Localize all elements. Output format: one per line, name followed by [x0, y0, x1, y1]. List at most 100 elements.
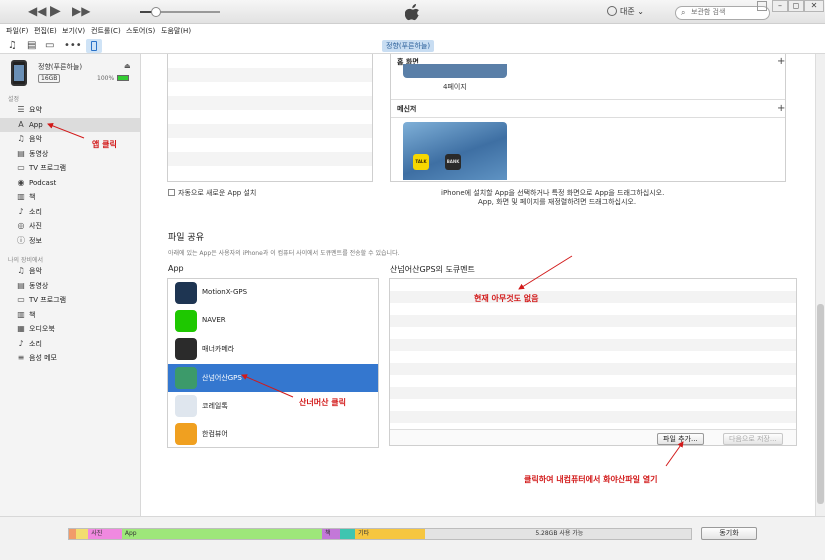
- auto-install-label: 자동으로 새로운 App 설치: [178, 189, 257, 197]
- manner-camera-icon: [175, 338, 197, 361]
- eject-icon[interactable]: ⏏: [124, 62, 131, 70]
- device-tab[interactable]: 정향(푸른하늘): [382, 40, 435, 52]
- battery-percent: 100%: [97, 75, 115, 82]
- add-file-button[interactable]: 파일 추가...: [657, 433, 704, 445]
- voice-memo-icon: ≡: [17, 353, 25, 362]
- sidebar-item[interactable]: ≡ 음성 메모: [0, 351, 140, 365]
- documents-footer: 파일 추가... 다음으로 저장...: [390, 429, 796, 445]
- camera-icon: ◎: [17, 221, 25, 230]
- app-name: 산넘어산GPS: [202, 373, 242, 382]
- account-button[interactable]: 대준 ⌄: [607, 6, 644, 17]
- sidebar-item-label: 동영상: [29, 149, 49, 158]
- mini-player-icon[interactable]: [757, 1, 767, 11]
- tv-icon: ▭: [17, 295, 25, 304]
- installed-apps-list[interactable]: [167, 54, 373, 182]
- menu-file[interactable]: 파일(F): [6, 26, 28, 36]
- app-list-item[interactable]: MotionX-GPS: [168, 279, 378, 307]
- checkbox-box[interactable]: [168, 189, 175, 196]
- sidebar-item[interactable]: ▤ 동영상: [0, 279, 140, 293]
- sidebar-item[interactable]: ◉ Podcast: [0, 176, 140, 190]
- app-list-item[interactable]: 매너카메라: [168, 335, 378, 363]
- capacity-bar: 사진 App 책 기타 5.28GB 사용 가능: [68, 528, 692, 540]
- battery-icon: [117, 75, 129, 81]
- sidebar-item-label: TV 프로그램: [29, 164, 67, 172]
- sidebar-item[interactable]: ◎ 사진: [0, 219, 140, 233]
- app-list-item[interactable]: NAVER: [168, 307, 378, 335]
- app-name: 한컴뷰어: [202, 430, 228, 438]
- capacity-segment: 기타: [355, 529, 425, 539]
- bell-icon: ♪: [18, 338, 24, 348]
- app-list-item[interactable]: 산넘어산GPS: [168, 363, 378, 392]
- capacity-segment: [339, 529, 356, 539]
- app-list-item[interactable]: 코레일톡: [168, 392, 378, 420]
- tv-icon[interactable]: ▭: [45, 40, 54, 52]
- scrollbar[interactable]: [815, 54, 825, 516]
- sync-button[interactable]: 동기화: [701, 527, 757, 540]
- sidebar-item-label: 오디오북: [29, 325, 55, 333]
- sidebar-item[interactable]: ▥ 책: [0, 308, 140, 322]
- sidebar-item[interactable]: ▭ TV 프로그램: [0, 161, 140, 175]
- app-column-label: App: [168, 264, 184, 273]
- add-page-icon[interactable]: +: [777, 57, 785, 67]
- movie-icon[interactable]: ▤: [27, 40, 36, 52]
- menu-controls[interactable]: 컨트롤(C): [91, 26, 121, 36]
- file-sharing-description: 아래에 있는 App은 사용자의 iPhone과 이 컴퓨터 사이에서 도큐멘트…: [168, 250, 400, 257]
- search-input[interactable]: [691, 8, 766, 16]
- capacity-segment: 사진: [88, 529, 122, 539]
- menu-help[interactable]: 도움말(H): [161, 26, 191, 36]
- device-name[interactable]: 정향(푸른하늘): [38, 62, 82, 72]
- app-list-item[interactable]: 한컴뷰어: [168, 420, 378, 447]
- app-name: 매너카메라: [202, 345, 235, 354]
- messenger-page-thumbnail[interactable]: TALK BANK: [403, 122, 507, 180]
- add-page-icon[interactable]: +: [777, 104, 785, 114]
- apple-logo-icon: [405, 4, 420, 21]
- save-to-button[interactable]: 다음으로 저장...: [723, 433, 783, 445]
- menu-edit[interactable]: 편집(E): [34, 26, 57, 36]
- minimize-button[interactable]: –: [772, 0, 788, 12]
- documents-list[interactable]: 파일 추가... 다음으로 저장...: [389, 278, 797, 446]
- volume-slider[interactable]: [140, 7, 220, 17]
- file-sharing-title: 파일 공유: [168, 233, 204, 243]
- home-page-thumbnail[interactable]: [403, 64, 507, 78]
- sidebar-item[interactable]: ♪ 소리: [0, 205, 140, 219]
- sidebar-item[interactable]: ▥ 책: [0, 190, 140, 204]
- annotation-arrow-app: [47, 123, 85, 139]
- home-screen-panel: 홈 화면 + 4페이지 메신저 + TALK BANK: [390, 54, 786, 182]
- search-box[interactable]: ⌕: [675, 6, 770, 20]
- maximize-button[interactable]: ◻: [788, 0, 804, 12]
- sidebar-item[interactable]: ☰ 요약: [0, 103, 140, 117]
- play-button[interactable]: ▶: [50, 4, 61, 18]
- sidebar-item[interactable]: ▤ 동영상: [0, 147, 140, 161]
- sidebar-item[interactable]: ⓘ 정보: [0, 234, 140, 248]
- sidebar-item-label: 요약: [29, 106, 42, 114]
- summary-icon: ☰: [17, 105, 25, 114]
- kakaotalk-icon: TALK: [413, 154, 429, 170]
- menu-view[interactable]: 보기(V): [62, 26, 85, 36]
- book-icon: ▥: [17, 309, 25, 319]
- capacity-segment: [75, 529, 89, 539]
- documents-column-label: 산넘어산GPS의 도큐멘트: [390, 265, 475, 274]
- iphone-icon: [11, 60, 27, 86]
- user-icon: [607, 6, 617, 16]
- music-icon[interactable]: ♫: [8, 40, 17, 52]
- sidebar-item[interactable]: ♫ 음악: [0, 264, 140, 278]
- main-content: 자동으로 새로운 App 설치 홈 화면 + 4페이지 메신저 + TALK B…: [141, 54, 825, 516]
- sidebar-item-label: Podcast: [29, 178, 57, 187]
- volume-knob[interactable]: [151, 7, 161, 17]
- korail-talk-icon: [175, 394, 197, 417]
- more-icon[interactable]: •••: [64, 40, 82, 52]
- device-button[interactable]: [86, 39, 102, 53]
- close-button[interactable]: ✕: [804, 0, 824, 12]
- app-store-icon: A: [18, 119, 24, 129]
- instruction-text: App, 화면 및 페이지를 재정렬하려면 드래그하십시오.: [478, 198, 637, 206]
- auto-install-checkbox[interactable]: 자동으로 새로운 App 설치: [168, 188, 256, 198]
- settings-header: 설정: [8, 96, 20, 103]
- sidebar-item[interactable]: ♪ 소리: [0, 337, 140, 351]
- sidebar-item[interactable]: ▭ TV 프로그램: [0, 293, 140, 307]
- movie-icon: ▤: [17, 280, 25, 290]
- menu-store[interactable]: 스토어(S): [126, 26, 155, 36]
- scroll-thumb[interactable]: [817, 304, 824, 504]
- next-track-button[interactable]: ▶▶: [72, 4, 90, 18]
- previous-track-button[interactable]: ◀◀: [28, 4, 46, 18]
- sidebar-item[interactable]: ▦ 오디오북: [0, 322, 140, 336]
